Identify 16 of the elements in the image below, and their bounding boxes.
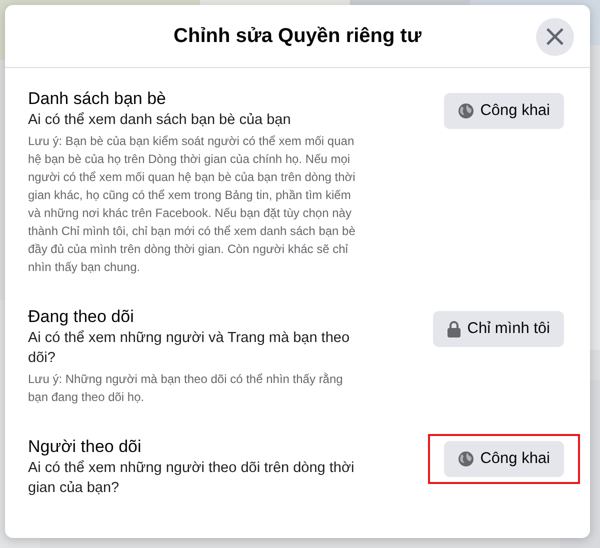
section-title: Đang theo dõi	[28, 306, 135, 328]
audience-button[interactable]: Chỉ mình tôi	[433, 311, 564, 347]
section-note: Lưu ý: Những người mà bạn theo dõi có thể nhìn thấy rằng bạn đang theo dõi họ.	[28, 371, 344, 406]
section-note: Lưu ý: Bạn bè của bạn kiểm soát người có thể xem mối quan hệ bạn bè của họ trên Dòng thời gian của chính họ. Nếu mọi người có thể xem mối quan hệ bạn bè của bạn trên dòng thời gian khác, họ cũng có thể xem trong Bảng tin, phần tìm kiếm và những nơi khác trên Facebook. Nếu bạn đặt tùy chọn này thành Chỉ mình tôi, chỉ bạn mới có thể xem danh sách bạn bè đầy đủ của mình trên dòng thời gian. Còn người khác sẽ chỉ nhìn thấy bạn chung.	[28, 133, 356, 276]
lock-icon	[447, 320, 462, 338]
section-question: Ai có thể xem những người và Trang mà bạn theo dõi?	[28, 329, 351, 368]
globe-icon	[458, 103, 474, 119]
globe-icon	[458, 451, 474, 467]
audience-button[interactable]: Công khai	[444, 441, 564, 477]
section-question: Ai có thể xem danh sách bạn bè của bạn	[28, 111, 292, 130]
dialog-title: Chỉnh sửa Quyền riêng tư	[174, 24, 422, 48]
section-question: Ai có thể xem những người theo dõi trên dòng thời gian của bạn?	[28, 459, 356, 498]
section-title: Danh sách bạn bè	[28, 88, 167, 110]
section-title: Người theo dõi	[28, 436, 142, 458]
audience-button[interactable]: Công khai	[444, 93, 564, 129]
close-button[interactable]: ×	[536, 18, 574, 56]
